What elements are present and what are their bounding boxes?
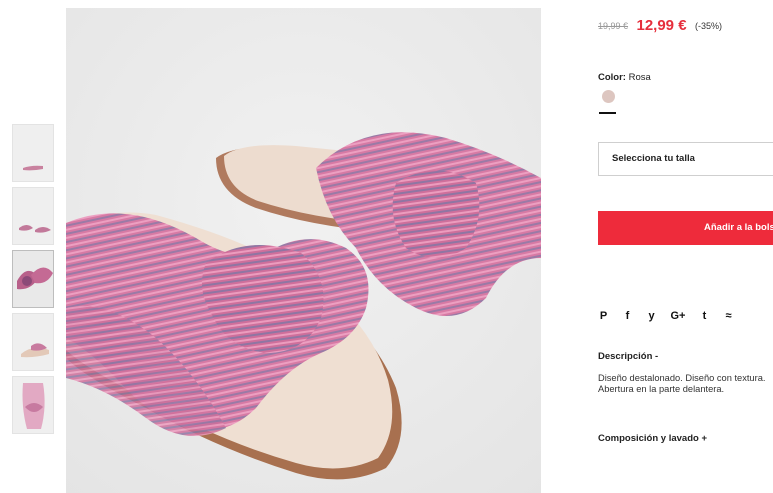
sale-price: 12,99 € bbox=[636, 17, 687, 35]
size-select[interactable]: Selecciona tu talla bbox=[598, 142, 773, 176]
price-row: 19,99 € 12,99 € (-35%) bbox=[598, 17, 722, 35]
description-line-2: Abertura en la parte delantera. bbox=[598, 384, 725, 394]
description-heading[interactable]: Descripción - bbox=[598, 351, 658, 362]
twitter-icon[interactable]: y bbox=[646, 310, 657, 322]
product-image[interactable] bbox=[66, 8, 541, 493]
tumblr-icon[interactable]: t bbox=[699, 310, 710, 322]
color-swatch-rosa[interactable] bbox=[602, 90, 615, 103]
google-plus-icon[interactable]: G+ bbox=[670, 310, 686, 322]
thumbnail-1[interactable] bbox=[12, 124, 54, 182]
original-price: 19,99 € bbox=[598, 20, 629, 31]
facebook-icon[interactable]: f bbox=[622, 310, 633, 322]
thumbnail-5[interactable] bbox=[12, 376, 54, 434]
discount-badge: (-35%) bbox=[694, 20, 722, 31]
email-icon[interactable]: ≈ bbox=[723, 310, 734, 322]
product-info-panel: 19,99 € 12,99 € (-35%) Color: Rosa Selec… bbox=[598, 0, 773, 493]
color-value: Rosa bbox=[628, 72, 651, 83]
composition-heading[interactable]: Composición y lavado + bbox=[598, 433, 707, 444]
description-text: Diseño destalonado. Diseño con textura. … bbox=[598, 373, 773, 395]
thumbnail-4[interactable] bbox=[12, 313, 54, 371]
share-row: P f y G+ t ≈ bbox=[598, 310, 747, 322]
color-label: Color: Rosa bbox=[598, 72, 651, 83]
thumbnail-2[interactable] bbox=[12, 187, 54, 245]
selected-swatch-indicator bbox=[599, 112, 616, 114]
color-label-key: Color: bbox=[598, 72, 626, 83]
thumbnail-list bbox=[12, 124, 54, 439]
description-line-1: Diseño destalonado. Diseño con textura. bbox=[598, 373, 766, 383]
thumbnail-3[interactable] bbox=[12, 250, 54, 308]
add-to-bag-button[interactable]: Añadir a la bolsa bbox=[598, 211, 773, 245]
pinterest-icon[interactable]: P bbox=[598, 310, 609, 322]
